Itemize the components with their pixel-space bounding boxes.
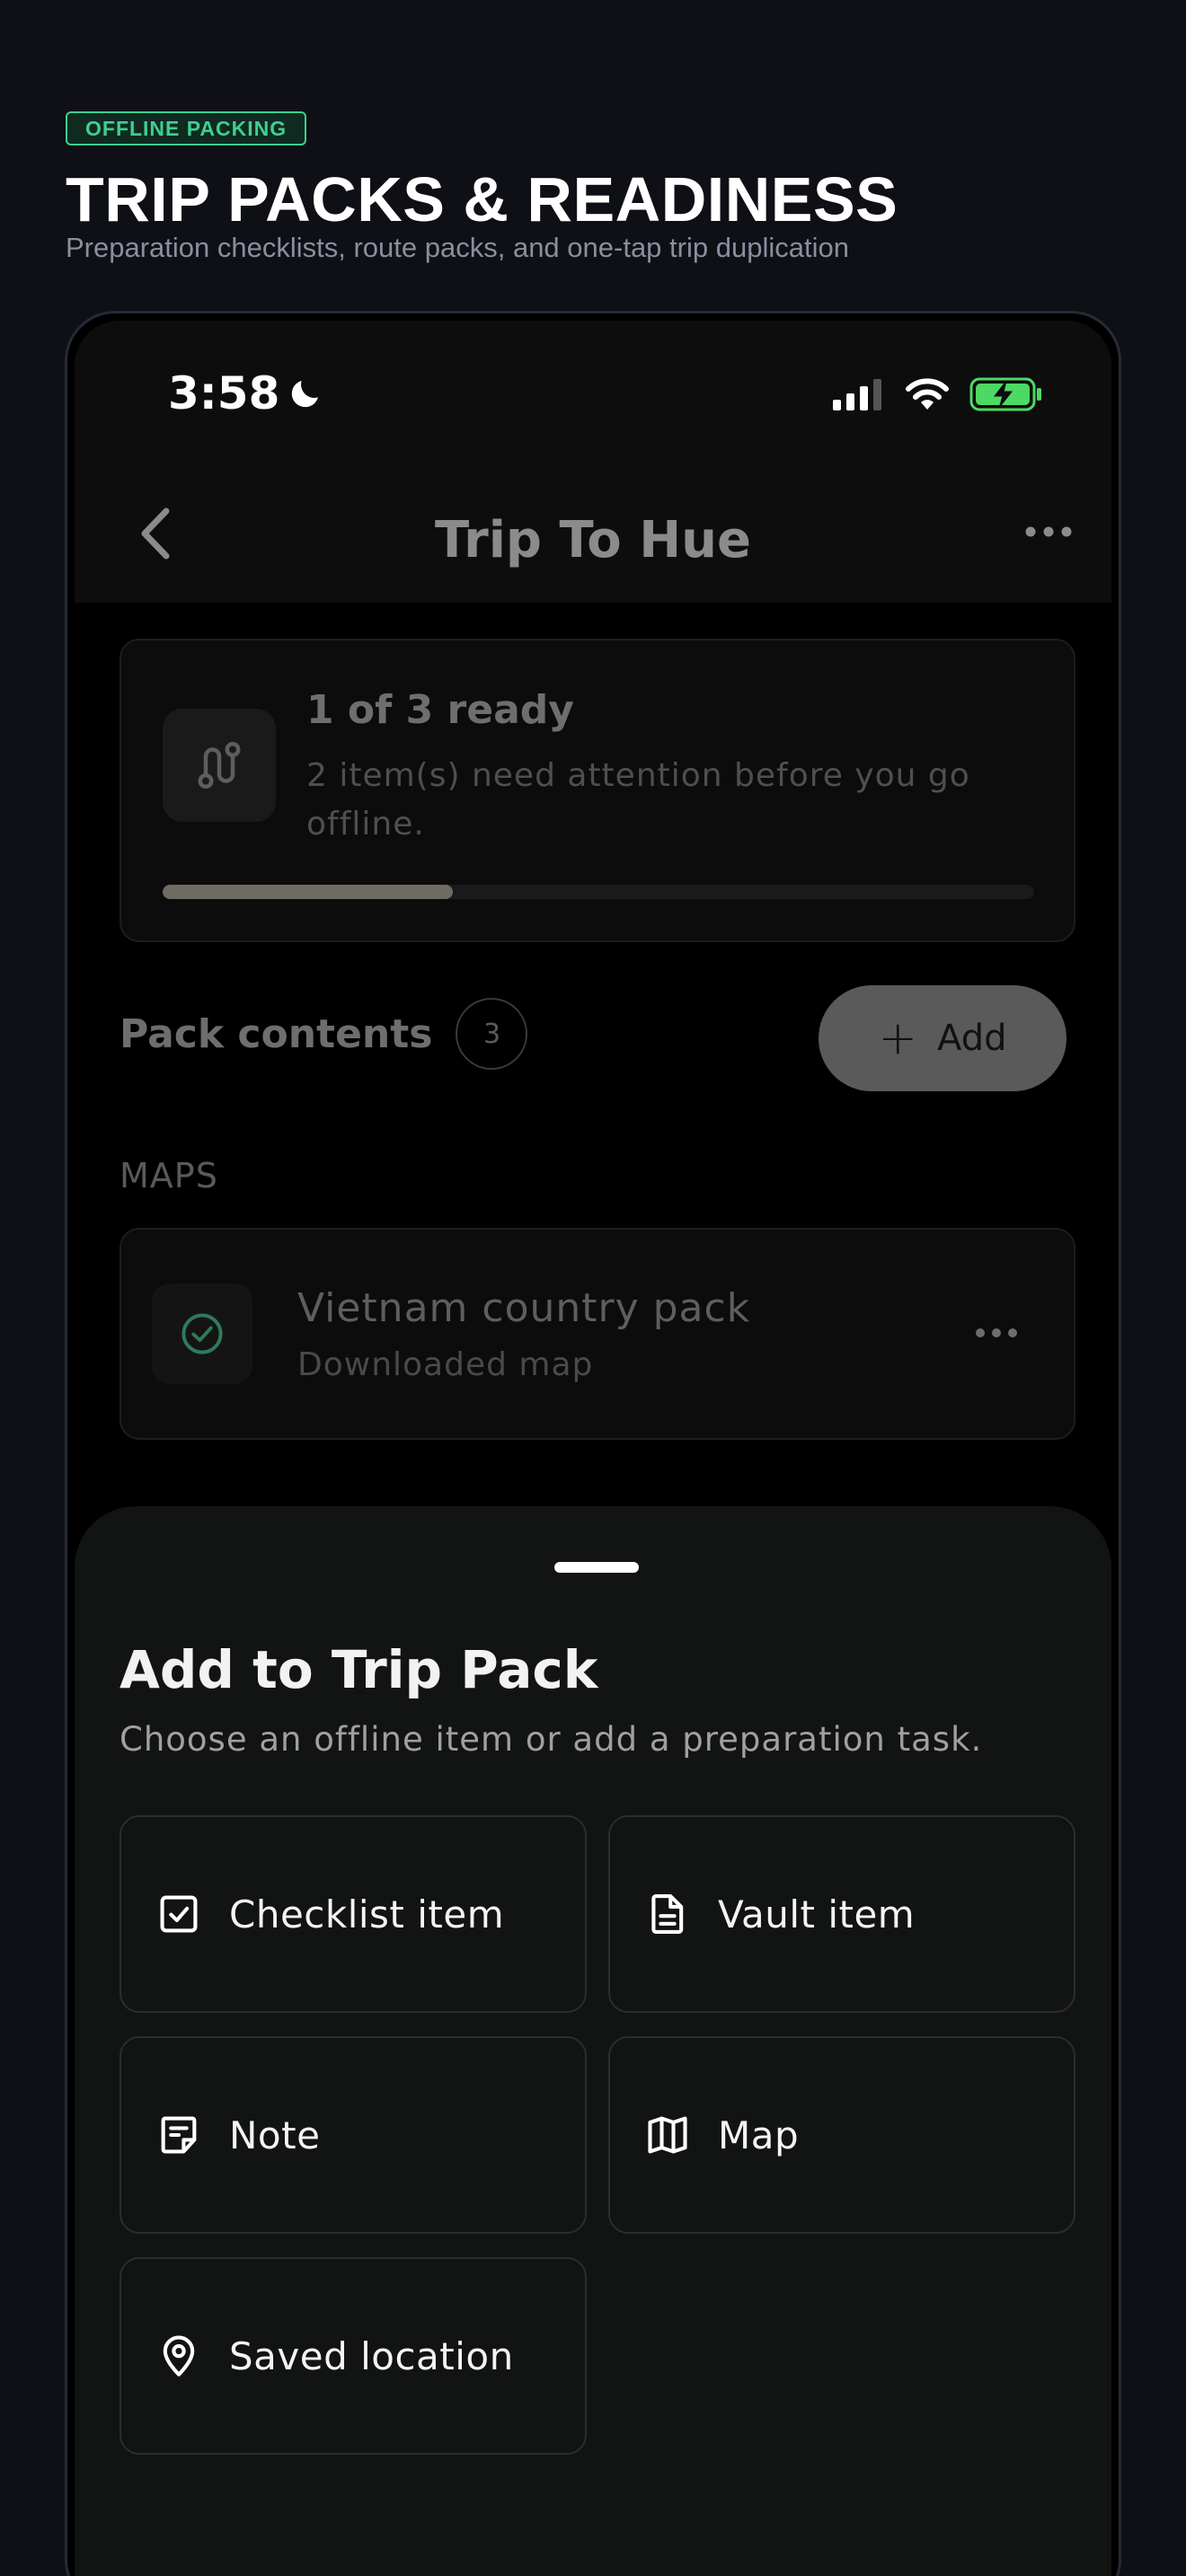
moon-icon [292, 381, 319, 408]
option-label: Checklist item [229, 1892, 505, 1936]
add-button[interactable]: + Add [819, 985, 1067, 1091]
note-icon [161, 2116, 197, 2154]
cellular-signal-icon [833, 379, 881, 410]
readiness-title: 1 of 3 ready [306, 687, 574, 733]
battery-charging-icon [969, 377, 1041, 411]
map-item-subtitle: Downloaded map [297, 1346, 594, 1383]
check-circle-icon [181, 1313, 223, 1354]
phone-frame: 3:58 Trip To Hue 1 of 3 ready 2 item(s) … [65, 311, 1121, 2576]
option-label: Vault item [718, 1892, 916, 1936]
page-title: TRIP PACKS & READINESS [66, 164, 898, 234]
wifi-icon [906, 378, 949, 410]
option-label: Note [229, 2113, 321, 2157]
option-vault-item[interactable]: Vault item [608, 1815, 1075, 2013]
readiness-card: 1 of 3 ready 2 item(s) need attention be… [119, 639, 1075, 942]
add-button-label: Add [937, 1018, 1007, 1059]
option-saved-location[interactable]: Saved location [119, 2257, 587, 2455]
readiness-progress-fill [163, 885, 453, 899]
route-icon [198, 742, 241, 789]
option-checklist-item[interactable]: Checklist item [119, 1815, 587, 2013]
status-time: 3:58 [168, 367, 280, 419]
section-label-maps: MAPS [119, 1156, 218, 1195]
map-item-name: Vietnam country pack [297, 1285, 751, 1331]
offline-packing-badge: OFFLINE PACKING [66, 111, 307, 146]
status-bar: 3:58 [75, 321, 1111, 464]
option-note[interactable]: Note [119, 2036, 587, 2234]
route-icon-tile [163, 709, 276, 822]
sheet-grabber[interactable] [554, 1562, 639, 1573]
plus-icon: + [878, 1011, 918, 1065]
pack-contents-label: Pack contents [119, 1010, 433, 1057]
document-icon [651, 1894, 684, 1934]
option-label: Map [718, 2113, 800, 2157]
readiness-description: 2 item(s) need attention before you go o… [306, 757, 970, 842]
option-label: Saved location [229, 2333, 514, 2378]
map-icon [648, 2116, 687, 2154]
row-more-icon[interactable] [973, 1321, 1020, 1345]
list-item[interactable]: Vietnam country pack Downloaded map [119, 1228, 1075, 1440]
add-to-trip-pack-sheet: Add to Trip Pack Choose an offline item … [75, 1506, 1111, 2576]
sheet-title: Add to Trip Pack [119, 1639, 598, 1700]
pack-contents-header: Pack contents 3 [119, 998, 528, 1070]
more-horizontal-icon[interactable] [1022, 518, 1075, 545]
readiness-progress-bar [163, 885, 1034, 899]
navigation-bar: Trip To Hue [75, 464, 1111, 603]
phone-screen: 3:58 Trip To Hue 1 of 3 ready 2 item(s) … [75, 321, 1111, 2576]
checkbox-icon [160, 1895, 198, 1933]
pack-count-badge: 3 [456, 998, 528, 1070]
location-pin-icon [163, 2335, 195, 2377]
check-icon-tile [152, 1284, 252, 1384]
status-icons [833, 376, 1043, 412]
sheet-description: Choose an offline item or add a preparat… [119, 1720, 983, 1759]
page-subtitle: Preparation checklists, route packs, and… [66, 232, 849, 263]
option-map[interactable]: Map [608, 2036, 1075, 2234]
nav-title: Trip To Hue [435, 511, 751, 569]
status-clock: 3:58 [168, 367, 324, 419]
